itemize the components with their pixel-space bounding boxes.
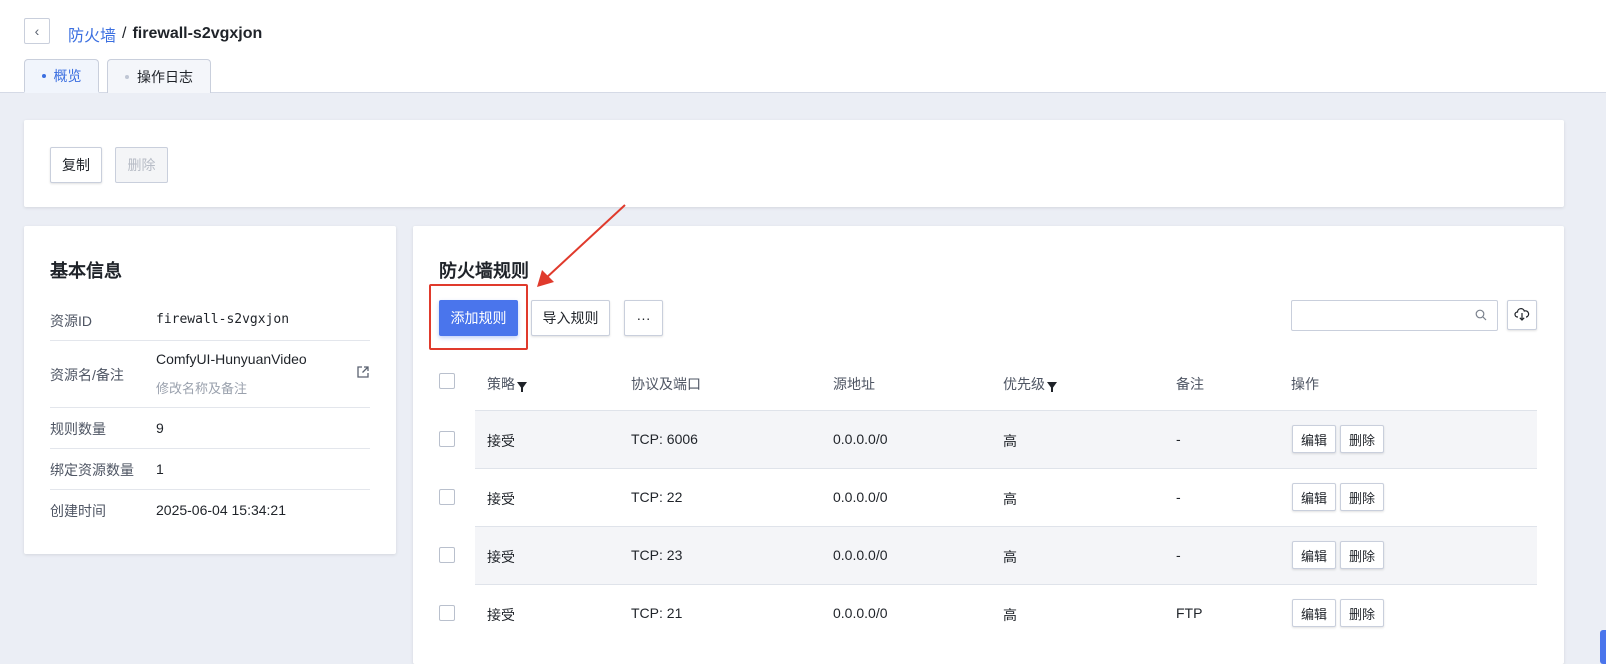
info-key: 绑定资源数量 bbox=[50, 462, 134, 478]
tab-label: 概览 bbox=[53, 67, 82, 84]
search-icon bbox=[1475, 308, 1487, 324]
row-delete-button[interactable]: 删除 bbox=[1340, 599, 1385, 627]
cell-note: FTP bbox=[1176, 605, 1203, 621]
info-key: 创建时间 bbox=[50, 503, 106, 519]
column-header-port: 协议及端口 bbox=[631, 376, 701, 392]
cell-source: 0.0.0.0/0 bbox=[833, 489, 888, 505]
info-value: 2025-06-04 15:34:21 bbox=[156, 502, 286, 518]
cell-port: TCP: 21 bbox=[631, 605, 683, 621]
cell-policy: 接受 bbox=[487, 491, 515, 507]
tab-overview[interactable]: 概览 bbox=[24, 59, 99, 93]
info-row-resource-name: 资源名/备注 ComfyUI-HunyuanVideo 修改名称及备注 bbox=[50, 341, 370, 408]
table-row: 接受 TCP: 6006 0.0.0.0/0 高 - 编辑 删除 bbox=[475, 410, 1537, 468]
cell-source: 0.0.0.0/0 bbox=[833, 431, 888, 447]
cell-policy: 接受 bbox=[487, 607, 515, 623]
tab-dot-icon bbox=[125, 74, 129, 79]
info-sub-hint: 修改名称及备注 bbox=[156, 381, 248, 396]
cell-priority: 高 bbox=[1003, 549, 1017, 565]
delete-button[interactable]: 删除 bbox=[115, 147, 168, 183]
select-all-checkbox[interactable] bbox=[439, 373, 455, 389]
annotation-highlight-box bbox=[429, 284, 528, 350]
cell-priority: 高 bbox=[1003, 433, 1017, 449]
info-row-resource-id: 资源ID firewall-s2vgxjon bbox=[50, 300, 370, 341]
cell-note: - bbox=[1176, 547, 1181, 563]
cell-port: TCP: 23 bbox=[631, 547, 683, 563]
column-header-note: 备注 bbox=[1176, 376, 1204, 392]
info-value: 1 bbox=[156, 461, 164, 477]
copy-button[interactable]: 复制 bbox=[50, 147, 102, 183]
row-checkbox[interactable] bbox=[439, 605, 455, 621]
breadcrumb: 防火墙 / firewall-s2vgxjon bbox=[68, 22, 262, 46]
import-rule-button[interactable]: 导入规则 bbox=[531, 300, 610, 336]
column-header-policy[interactable]: 策略 bbox=[487, 374, 527, 394]
cell-priority: 高 bbox=[1003, 607, 1017, 623]
more-button[interactable]: ··· bbox=[624, 300, 663, 336]
column-header-priority[interactable]: 优先级 bbox=[1003, 374, 1057, 394]
cell-policy: 接受 bbox=[487, 433, 515, 449]
column-header-actions: 操作 bbox=[1291, 376, 1319, 392]
row-delete-button[interactable]: 删除 bbox=[1340, 541, 1385, 569]
action-toolbar: 复制 删除 bbox=[24, 120, 1564, 207]
search-input[interactable] bbox=[1291, 300, 1498, 331]
info-value: 9 bbox=[156, 420, 164, 436]
cell-priority: 高 bbox=[1003, 491, 1017, 507]
basic-info-panel: 基本信息 资源ID firewall-s2vgxjon 资源名/备注 Comfy… bbox=[24, 226, 396, 554]
cell-note: - bbox=[1176, 431, 1181, 447]
breadcrumb-parent-link[interactable]: 防火墙 bbox=[68, 22, 116, 46]
row-checkbox[interactable] bbox=[439, 431, 455, 447]
table-row: 接受 TCP: 23 0.0.0.0/0 高 - 编辑 删除 bbox=[475, 526, 1537, 584]
cell-source: 0.0.0.0/0 bbox=[833, 605, 888, 621]
row-delete-button[interactable]: 删除 bbox=[1340, 483, 1385, 511]
cell-note: - bbox=[1176, 489, 1181, 505]
tab-dot-icon bbox=[41, 73, 46, 78]
info-key: 资源名/备注 bbox=[50, 367, 124, 383]
edit-icon[interactable] bbox=[356, 365, 370, 382]
firewall-rules-panel: 防火墙规则 添加规则 导入规则 ··· 策略 协议及端口 源地址 优先级 备注 … bbox=[413, 226, 1564, 664]
back-button[interactable]: ‹ bbox=[24, 18, 50, 44]
edit-button[interactable]: 编辑 bbox=[1292, 599, 1337, 627]
breadcrumb-separator: / bbox=[122, 25, 127, 42]
cell-port: TCP: 6006 bbox=[631, 431, 698, 447]
table-row: 接受 TCP: 22 0.0.0.0/0 高 - 编辑 删除 bbox=[475, 468, 1537, 526]
column-header-source: 源地址 bbox=[833, 376, 875, 392]
info-row-bound-count: 绑定资源数量 1 bbox=[50, 449, 370, 490]
info-row-rule-count: 规则数量 9 bbox=[50, 408, 370, 449]
info-row-created-time: 创建时间 2025-06-04 15:34:21 bbox=[50, 490, 370, 531]
cell-port: TCP: 22 bbox=[631, 489, 683, 505]
page-title: firewall-s2vgxjon bbox=[132, 25, 263, 42]
table-row: 接受 TCP: 21 0.0.0.0/0 高 FTP 编辑 删除 bbox=[475, 584, 1537, 642]
basic-info-title: 基本信息 bbox=[50, 261, 122, 281]
rules-title: 防火墙规则 bbox=[439, 261, 529, 281]
edit-button[interactable]: 编辑 bbox=[1292, 425, 1337, 453]
filter-icon[interactable] bbox=[1047, 381, 1057, 392]
row-delete-button[interactable]: 删除 bbox=[1340, 425, 1385, 453]
scrollbar-thumb[interactable] bbox=[1600, 630, 1606, 664]
filter-icon[interactable] bbox=[517, 381, 527, 392]
cell-policy: 接受 bbox=[487, 549, 515, 565]
edit-button[interactable]: 编辑 bbox=[1292, 483, 1337, 511]
tab-operation-log[interactable]: 操作日志 bbox=[107, 59, 211, 93]
tab-label: 操作日志 bbox=[137, 68, 193, 85]
info-value: ComfyUI-HunyuanVideo bbox=[156, 351, 307, 367]
row-checkbox[interactable] bbox=[439, 547, 455, 563]
info-key: 资源ID bbox=[50, 313, 92, 329]
cloud-download-icon bbox=[1514, 307, 1530, 324]
edit-button[interactable]: 编辑 bbox=[1292, 541, 1337, 569]
chevron-left-icon: ‹ bbox=[34, 23, 40, 39]
page-header: ‹ 防火墙 / firewall-s2vgxjon 概览 操作日志 bbox=[0, 0, 1606, 93]
download-button[interactable] bbox=[1507, 300, 1537, 330]
row-checkbox[interactable] bbox=[439, 489, 455, 505]
cell-source: 0.0.0.0/0 bbox=[833, 547, 888, 563]
info-key: 规则数量 bbox=[50, 421, 106, 437]
info-value: firewall-s2vgxjon bbox=[156, 312, 290, 327]
